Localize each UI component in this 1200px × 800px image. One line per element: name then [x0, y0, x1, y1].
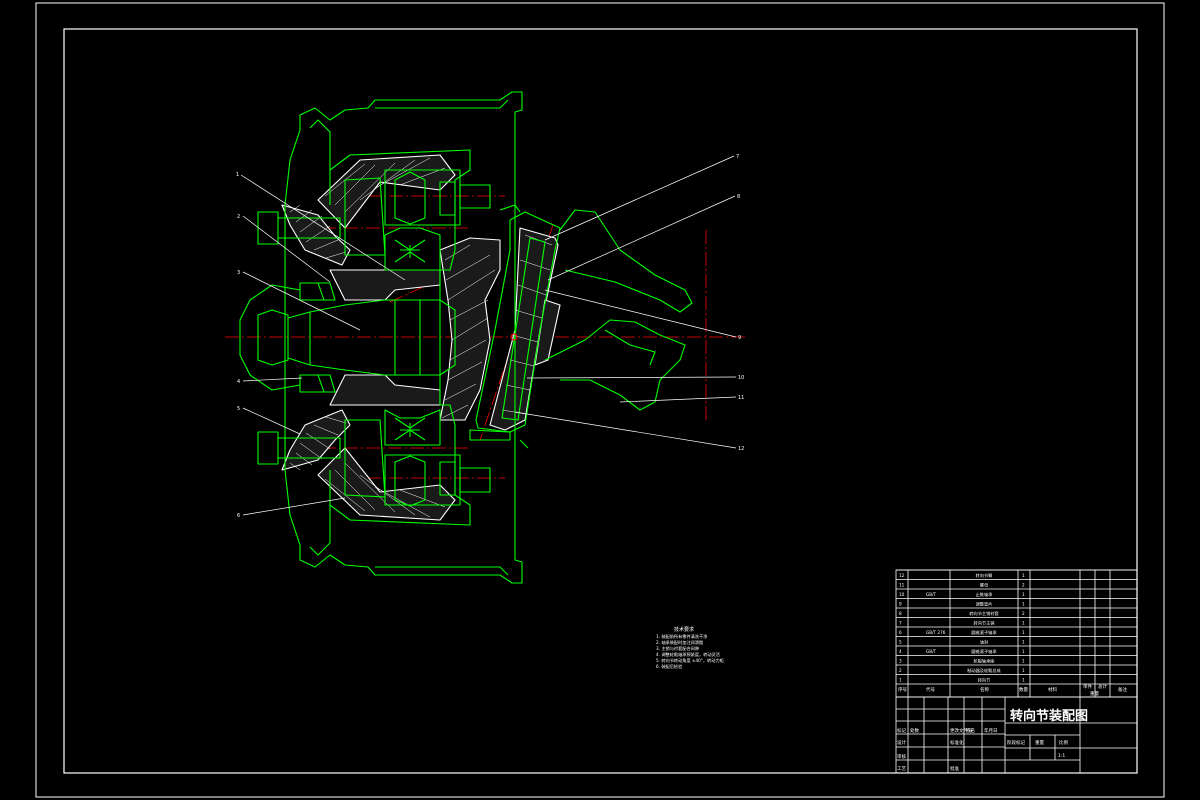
callout: 1 — [236, 172, 239, 178]
bom-header: 序号 代号 名称 数量 材料 单件 总计 重量 备注 — [898, 683, 1127, 697]
bom-cell-no: 5 — [899, 640, 902, 645]
bom-cell-no: 9 — [899, 602, 902, 607]
bom-cell-qty: 1 — [1022, 649, 1025, 654]
tb-weight: 重量 — [1035, 739, 1044, 746]
bom-header-weight: 重量 — [1090, 690, 1099, 697]
knuckle-arm-lower — [544, 319, 686, 411]
tech-notes-heading: 技术要求 — [674, 626, 694, 633]
bom-cell-name: 转向节臂 — [976, 572, 993, 579]
callout: 2 — [237, 214, 240, 220]
bom-header-total: 总计 — [1098, 683, 1107, 690]
tech-note: 6. 装配后检验 — [656, 663, 683, 670]
bom-cell-no: 4 — [899, 649, 902, 654]
knuckle-arm-upper — [559, 209, 693, 313]
tech-note: 1. 装配前所有零件清洗干净 — [656, 633, 707, 640]
tb-checker: 审核 — [897, 753, 906, 760]
bom-cell-no: 1 — [899, 678, 902, 683]
bom-cell-no: 3 — [899, 659, 902, 664]
tb-process: 工艺 — [897, 766, 906, 772]
bom-header-material: 材料 — [1048, 686, 1057, 693]
knuckle-assembly-view: 1 2 3 4 5 6 7 8 9 10 11 12 — [225, 91, 745, 584]
tech-note: 3. 主销与衬套配合间隙 — [656, 645, 700, 652]
drawing-sheet: 1 2 3 4 5 6 7 8 9 10 11 12 技术要求 1. 装配前所有… — [35, 2, 1165, 798]
drawing-scale: 1:1 — [1058, 753, 1065, 759]
bom-cell-name: 转向节主销衬套 — [969, 610, 999, 617]
bom-header-unit: 单件 — [1083, 683, 1092, 690]
spindle — [309, 299, 456, 376]
callout: 5 — [237, 406, 240, 412]
bom-cell-no: 7 — [899, 621, 902, 626]
tb-count: 处数 — [910, 727, 919, 734]
bom-header-code: 代号 — [926, 686, 935, 693]
bom-cell-qty: 1 — [1022, 592, 1025, 597]
bom-cell-qty: 2 — [1022, 583, 1025, 588]
callout: 6 — [237, 513, 240, 519]
tech-note: 2. 轴承装配时加注润滑脂 — [656, 639, 703, 646]
bom-cell-qty: 2 — [1022, 611, 1025, 616]
bom-header-no: 序号 — [898, 686, 907, 693]
tb-designer: 设计 — [897, 739, 906, 746]
bom-cell-name: 转向节主销 — [974, 620, 995, 627]
bom-cell-name: 油封 — [980, 639, 988, 646]
bom-cell-code: GB/T — [926, 649, 937, 654]
callout: 8 — [737, 194, 740, 200]
tb-scale-label: 比例 — [1059, 739, 1068, 746]
bom-header-name: 名称 — [980, 686, 989, 693]
bom-cell-qty: 1 — [1022, 602, 1025, 607]
bom-cell-qty: 1 — [1022, 659, 1025, 664]
bom-cell-no: 10 — [899, 592, 905, 597]
tb-stage-mark: 阶段标记 — [1007, 739, 1025, 746]
bom-cell-no: 6 — [899, 630, 902, 635]
bom-cell-qty: 1 — [1022, 621, 1025, 626]
callout: 4 — [237, 379, 240, 385]
bom-cell-name: 止推轴承 — [976, 591, 994, 598]
bom-header-remark: 备注 — [1118, 686, 1127, 693]
bom-cell-code: GB/T — [926, 592, 937, 597]
callout-labels: 1 2 3 4 5 6 7 8 9 10 11 12 — [236, 154, 744, 519]
tb-signature: 签名 — [966, 727, 975, 734]
technical-requirements: 技术要求 1. 装配前所有零件清洗干净 2. 轴承装配时加注润滑脂 3. 主销与… — [656, 626, 724, 670]
tb-approve: 批准 — [950, 765, 959, 772]
bom-cell-code: GB/T 276 — [926, 630, 946, 635]
bom-cell-no: 12 — [899, 573, 905, 578]
bom-cell-name: 调整垫片 — [976, 601, 993, 608]
bearing-upper — [299, 282, 336, 301]
bom-cell-qty: 1 — [1022, 573, 1025, 578]
bom-cell-no: 8 — [899, 611, 902, 616]
bom-cell-qty: 1 — [1022, 640, 1025, 645]
bom-cell-qty: 1 — [1022, 678, 1025, 683]
callout: 11 — [738, 395, 744, 401]
bom-cell-name: 螺母 — [980, 582, 988, 589]
bom-cell-name: 制动器及轮毂总成 — [967, 667, 1001, 674]
callout: 12 — [738, 446, 744, 452]
tb-standardization: 标准化 — [950, 739, 964, 746]
bom-cell-no: 11 — [899, 583, 905, 588]
callout: 7 — [736, 154, 739, 160]
tb-date: 年月日 — [984, 727, 998, 734]
hub-cap — [239, 284, 301, 391]
callout: 9 — [738, 335, 741, 341]
title-block-text: 转向节装配图 标记 处数 更改文件号 签名 年月日 设计 标准化 审核 工艺 批… — [897, 708, 1088, 772]
callout: 10 — [738, 375, 744, 381]
bom-cell-name: 圆锥滚子轴承 — [971, 648, 997, 655]
bearing-lower — [299, 374, 336, 393]
bom-cell-qty: 1 — [1022, 630, 1025, 635]
bom-cell-qty: 1 — [1022, 668, 1025, 673]
drawing-title: 转向节装配图 — [1010, 708, 1088, 724]
bom-cell-name: 转向节 — [978, 677, 991, 684]
callout: 3 — [237, 270, 240, 276]
tech-note: 4. 调整轮毂轴承预紧度，转动灵活 — [656, 651, 720, 658]
tb-mark: 标记 — [897, 727, 906, 734]
outer-border — [35, 2, 1165, 798]
bom-header-qty: 数量 — [1019, 686, 1028, 693]
bom-cell-no: 2 — [899, 668, 902, 673]
bom-cell-name: 轮毂轴承座 — [974, 658, 995, 665]
bom-cell-name: 圆锥滚子轴承 — [971, 629, 997, 636]
tech-note: 5. 转向节转动角度 ±40°，转动力矩 — [656, 657, 724, 664]
